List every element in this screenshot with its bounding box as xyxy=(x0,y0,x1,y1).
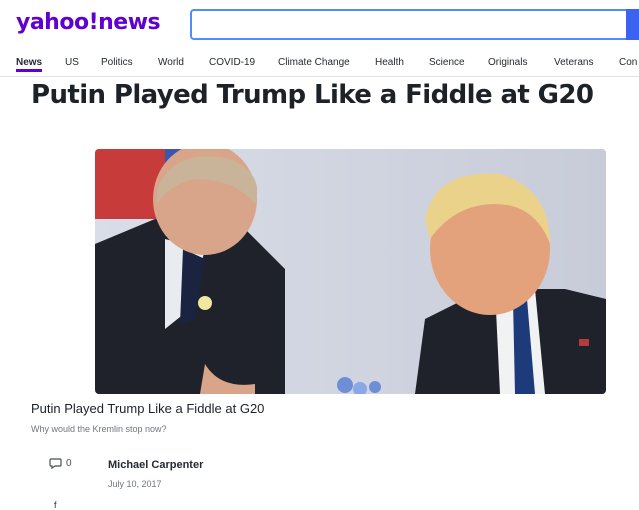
nav-item-science[interactable]: Science xyxy=(429,57,465,68)
top-bar: yahoo!news xyxy=(0,0,639,50)
logo-news: news xyxy=(98,10,161,35)
share-facebook-partial[interactable]: f xyxy=(54,500,57,510)
comment-icon xyxy=(49,458,62,469)
photo-caption-subtitle: Why would the Kremlin stop now? xyxy=(31,424,167,434)
nav-active-indicator xyxy=(16,69,42,72)
nav-item-politics[interactable]: Politics xyxy=(101,57,133,68)
logo-yahoo: yahoo xyxy=(16,10,89,35)
photo-caption-title: Putin Played Trump Like a Fiddle at G20 xyxy=(31,401,265,416)
yahoo-news-logo[interactable]: yahoo!news xyxy=(16,10,161,35)
author-name[interactable]: Michael Carpenter xyxy=(108,459,203,471)
logo-bang: ! xyxy=(88,10,99,35)
nav-item-covid[interactable]: COVID-19 xyxy=(209,57,255,68)
search-button[interactable] xyxy=(626,9,639,40)
hero-photo[interactable] xyxy=(95,149,606,394)
publish-date: July 10, 2017 xyxy=(108,479,162,489)
article-headline: Putin Played Trump Like a Fiddle at G20 xyxy=(31,80,594,110)
nav-item-veterans[interactable]: Veterans xyxy=(554,57,593,68)
nav-item-us[interactable]: US xyxy=(65,57,79,68)
comments-button[interactable]: 0 xyxy=(49,458,72,469)
hero-photo-illustration xyxy=(95,149,606,394)
nav-item-health[interactable]: Health xyxy=(375,57,404,68)
comment-count: 0 xyxy=(66,458,72,469)
main-nav: News US Politics World COVID-19 Climate … xyxy=(0,50,639,77)
nav-item-climate-change[interactable]: Climate Change xyxy=(278,57,350,68)
nav-item-more[interactable]: Con xyxy=(619,57,637,68)
nav-item-world[interactable]: World xyxy=(158,57,184,68)
search-input[interactable] xyxy=(190,9,639,40)
nav-item-originals[interactable]: Originals xyxy=(488,57,527,68)
nav-item-news[interactable]: News xyxy=(16,57,42,68)
